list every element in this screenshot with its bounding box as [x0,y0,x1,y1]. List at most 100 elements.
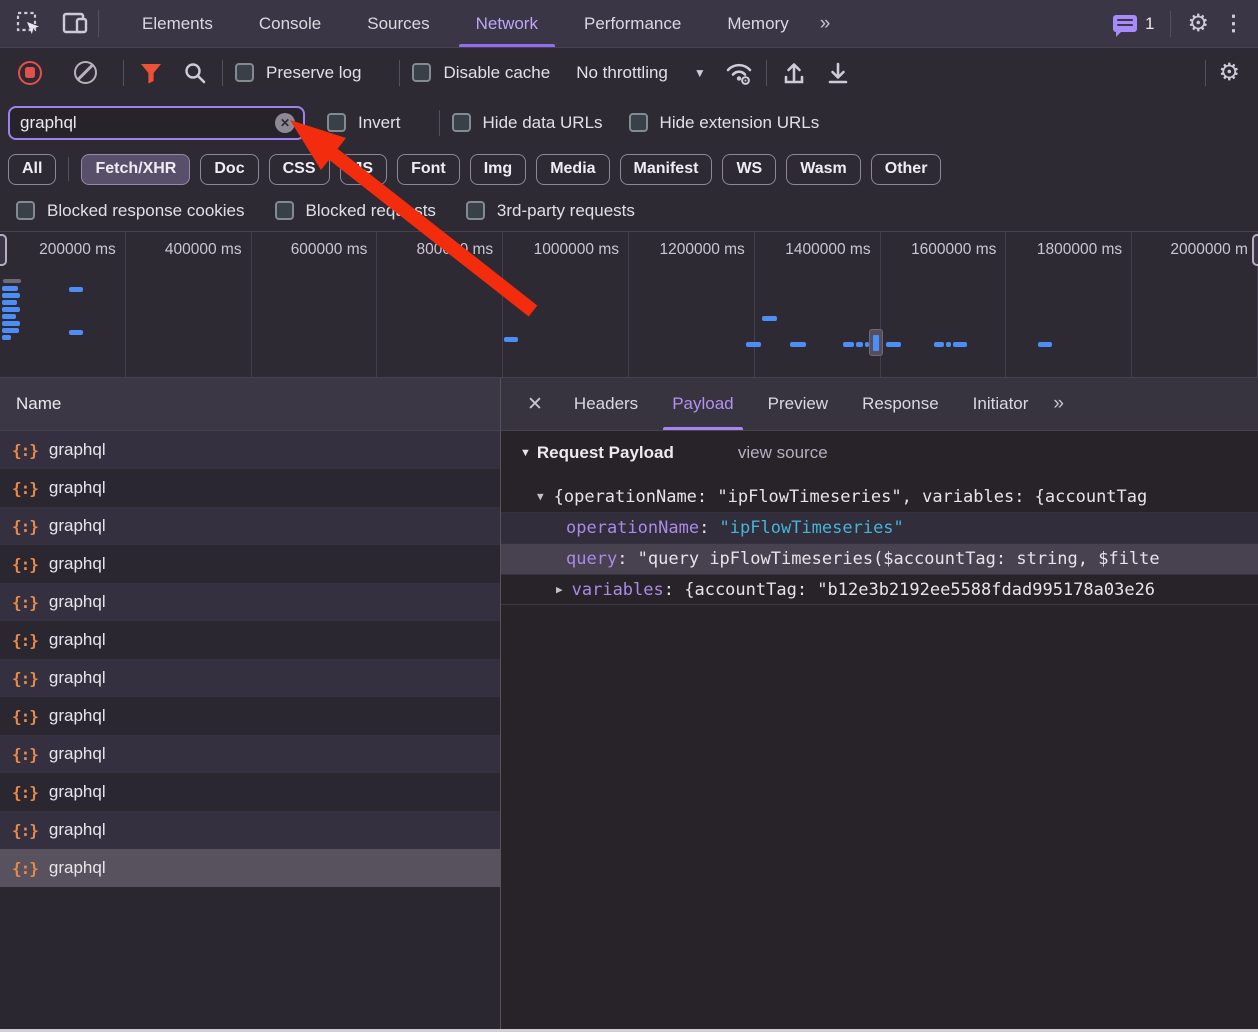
collapse-triangle-icon[interactable]: ▼ [520,447,531,459]
waterfall-bar[interactable] [843,342,854,347]
hide-extension-urls-checkbox[interactable] [629,113,648,132]
waterfall-bar[interactable] [504,337,518,342]
clear-filter-icon[interactable]: ✕ [275,113,295,133]
type-chip-fetch-xhr[interactable]: Fetch/XHR [81,154,190,185]
request-row[interactable]: {:}graphql [0,811,500,849]
request-row[interactable]: {:}graphql [0,849,500,887]
throttling-dropdown[interactable]: No throttling ▼ [576,63,706,83]
type-chip-img[interactable]: Img [470,154,526,185]
request-row[interactable]: {:}graphql [0,545,500,583]
expand-triangle-icon[interactable]: ▶ [556,583,563,596]
issues-counter[interactable]: 1 [1113,14,1154,34]
panel-tab-memory[interactable]: Memory [704,0,811,47]
network-settings-gear-icon[interactable]: ⚙ [1218,61,1240,85]
request-row[interactable]: {:}graphql [0,697,500,735]
waterfall-bar[interactable] [2,293,20,298]
panel-tab-sources[interactable]: Sources [344,0,452,47]
disable-cache-checkbox[interactable] [412,63,431,82]
waterfall-bar[interactable] [2,307,20,312]
waterfall-bar[interactable] [2,328,19,333]
waterfall-bar[interactable] [746,342,761,347]
detail-tab-headers[interactable]: Headers [557,378,655,430]
timeline-column: 800000 ms [377,232,503,377]
third-party-requests-checkbox[interactable] [466,201,485,220]
export-har-icon[interactable] [823,58,853,88]
payload-operation-row[interactable]: operationName: "ipFlowTimeseries" [501,512,1258,543]
request-row[interactable]: {:}graphql [0,621,500,659]
json-fetch-icon: {:} [12,479,38,498]
request-row[interactable]: {:}graphql [0,583,500,621]
search-icon[interactable] [180,58,210,88]
waterfall-bar[interactable] [946,342,951,347]
waterfall-bar[interactable] [1038,342,1052,347]
request-row[interactable]: {:}graphql [0,773,500,811]
filter-funnel-icon[interactable] [136,58,166,88]
blocked-response-cookies-checkbox[interactable] [16,201,35,220]
filter-input[interactable] [20,113,275,133]
waterfall-bar[interactable] [69,287,83,292]
waterfall-bar[interactable] [2,286,18,291]
request-row[interactable]: {:}graphql [0,507,500,545]
inspect-element-icon[interactable] [14,9,44,39]
type-chip-ws[interactable]: WS [722,154,776,185]
waterfall-bar[interactable] [2,335,11,340]
preserve-log-checkbox[interactable] [235,63,254,82]
view-source-link[interactable]: view source [738,443,828,463]
import-har-icon[interactable] [779,58,809,88]
type-chip-font[interactable]: Font [397,154,460,185]
waterfall-bar[interactable] [953,342,967,347]
request-row[interactable]: {:}graphql [0,735,500,773]
panel-tab-console[interactable]: Console [236,0,344,47]
device-toolbar-icon[interactable] [60,9,90,39]
network-conditions-icon[interactable] [724,58,754,88]
timeline-tick-label: 200000 ms [39,241,116,259]
type-chip-all[interactable]: All [8,154,56,185]
panel-tab-elements[interactable]: Elements [119,0,236,47]
more-panels-icon[interactable]: » [812,0,840,47]
type-chip-other[interactable]: Other [871,154,942,185]
overview-right-handle[interactable] [1252,234,1258,266]
invert-checkbox[interactable] [327,113,346,132]
detail-tab-preview[interactable]: Preview [751,378,845,430]
type-chip-media[interactable]: Media [536,154,609,185]
payload-root-row[interactable]: ▼ {operationName: "ipFlowTimeseries", va… [501,481,1258,512]
waterfall-bar[interactable] [856,342,863,347]
settings-gear-icon[interactable]: ⚙ [1187,12,1209,36]
type-chip-js[interactable]: JS [340,154,388,185]
payload-query-row[interactable]: query: "query ipFlowTimeseries($accountT… [501,543,1258,574]
name-column-header[interactable]: Name [0,378,500,431]
close-details-icon[interactable]: ✕ [513,393,557,416]
blocked-requests-checkbox[interactable] [275,201,294,220]
type-chip-css[interactable]: CSS [269,154,330,185]
request-row[interactable]: {:}graphql [0,659,500,697]
waterfall-bar[interactable] [886,342,901,347]
hide-data-urls-checkbox[interactable] [452,113,471,132]
waterfall-bar[interactable] [790,342,806,347]
request-row[interactable]: {:}graphql [0,469,500,507]
panel-tab-performance[interactable]: Performance [561,0,704,47]
clear-requests-button[interactable] [74,61,97,84]
waterfall-bar[interactable] [934,342,944,347]
more-detail-tabs-icon[interactable]: » [1045,393,1073,415]
detail-tab-initiator[interactable]: Initiator [956,378,1046,430]
waterfall-bar[interactable] [3,279,21,283]
request-row[interactable]: {:}graphql [0,431,500,469]
waterfall-bar[interactable] [2,321,20,326]
overview-left-handle[interactable] [0,234,7,266]
record-stop-button[interactable] [18,61,42,85]
detail-tab-response[interactable]: Response [845,378,956,430]
type-chip-doc[interactable]: Doc [200,154,258,185]
waterfall-bar[interactable] [69,330,83,335]
waterfall-bar[interactable] [2,300,17,305]
expand-triangle-icon[interactable]: ▼ [537,490,544,503]
kebab-menu-icon[interactable]: ⋮ [1223,13,1244,34]
panel-tab-network[interactable]: Network [453,0,561,47]
waterfall-bar[interactable] [2,314,16,319]
network-overview-timeline[interactable]: 200000 ms400000 ms600000 ms800000 ms1000… [0,232,1258,378]
waterfall-bar[interactable] [762,316,777,321]
type-chip-wasm[interactable]: Wasm [786,154,861,185]
type-chip-manifest[interactable]: Manifest [620,154,713,185]
selected-request-marker[interactable] [869,329,883,356]
detail-tab-payload[interactable]: Payload [655,378,750,430]
payload-variables-row[interactable]: ▶ variables: {accountTag: "b12e3b2192ee5… [501,574,1258,605]
